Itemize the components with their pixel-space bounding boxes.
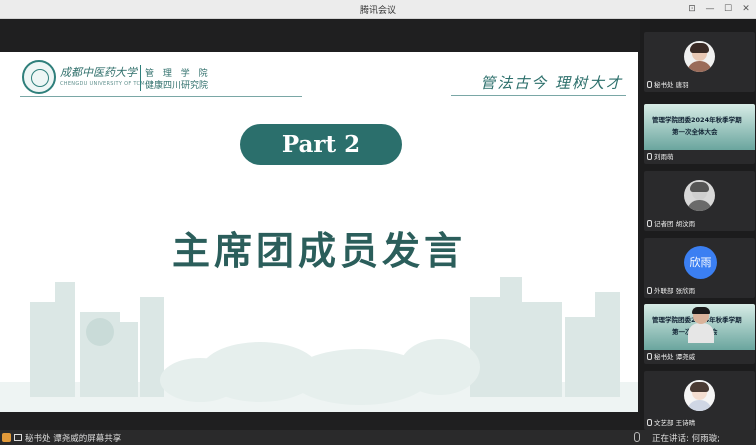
participant-tile[interactable]: 欣雨 外联部 张欣雨 <box>644 238 755 298</box>
mic-icon <box>647 152 652 160</box>
header-divider <box>20 96 302 97</box>
camera-person <box>688 307 714 343</box>
camera-video: 管理学院团委2024年秋季学期 第一次全体大会 <box>644 304 755 350</box>
university-seal-logo <box>22 60 56 94</box>
participant-name: 秘书处 谭尧威 <box>647 351 695 361</box>
participant-tile[interactable]: 管理学院团委2024年秋季学期 第一次全体大会 刘雨萌 <box>644 104 755 164</box>
avatar <box>684 380 715 411</box>
participant-name: 刘雨萌 <box>647 151 674 161</box>
university-name-en: CHENGDU UNIVERSITY OF TCM <box>60 81 145 87</box>
participant-name: 文艺部 王诗晴 <box>647 417 695 427</box>
video-thumbnail: 管理学院团委2024年秋季学期 第一次全体大会 <box>644 104 755 150</box>
meeting-window: 腾讯会议 ⊡ — ☐ ✕ 成都中医药大学 CHENGDU UNIVERSITY … <box>0 0 756 445</box>
slide-motto: 管法古今 理树大才 <box>480 74 623 92</box>
pin-icon[interactable]: ⊡ <box>686 2 698 16</box>
shared-screen-slide: 成都中医药大学 CHENGDU UNIVERSITY OF TCM 管 理 学 … <box>0 52 638 412</box>
mic-icon <box>647 286 652 294</box>
participant-panel[interactable]: 秘书处 唐羽 管理学院团委2024年秋季学期 第一次全体大会 刘雨萌 记者团 胡… <box>640 19 756 430</box>
status-bar: 秘书处 谭尧威的屏幕共享 正在讲话: 何雨璇; <box>0 430 756 445</box>
mic-icon <box>647 352 652 360</box>
screen-share-tag[interactable]: 秘书处 谭尧威的屏幕共享 <box>0 430 121 445</box>
maximize-icon[interactable]: ☐ <box>722 2 734 16</box>
window-title: 腾讯会议 <box>359 6 396 16</box>
participant-tile[interactable]: 管理学院团委2024年秋季学期 第一次全体大会 秘书处 谭尧威 <box>644 304 755 364</box>
slide-title: 主席团成员发言 <box>171 228 466 273</box>
university-name-logo: 成都中医药大学 <box>60 66 137 79</box>
participant-name: 外联部 张欣雨 <box>647 285 695 295</box>
mic-icon <box>647 219 652 227</box>
mic-icon <box>647 418 652 426</box>
motto-underline <box>451 95 626 96</box>
participant-tile[interactable]: 文艺部 王诗晴 <box>644 371 755 430</box>
participant-name: 记者团 胡汶雨 <box>647 218 695 228</box>
share-text: 秘书处 谭尧威的屏幕共享 <box>25 433 122 444</box>
part-label: Part 2 <box>240 124 402 165</box>
mic-icon <box>634 432 640 442</box>
logo-divider <box>140 65 141 91</box>
window-controls: ⊡ — ☐ ✕ <box>686 2 752 16</box>
text-avatar: 欣雨 <box>684 246 717 279</box>
mic-icon <box>647 80 652 88</box>
title-bar: 腾讯会议 ⊡ — ☐ ✕ <box>0 0 756 19</box>
minimize-icon[interactable]: — <box>704 2 716 16</box>
screen-icon <box>14 434 22 441</box>
participant-tile[interactable]: 记者团 胡汶雨 <box>644 171 755 231</box>
participant-tile[interactable]: 秘书处 唐羽 <box>644 32 755 92</box>
share-icon <box>2 433 11 442</box>
campus-watermark-image <box>0 277 638 412</box>
avatar <box>684 41 715 72</box>
close-icon[interactable]: ✕ <box>740 2 752 16</box>
institute-name: 健康四川研究院 <box>145 81 209 91</box>
speaking-indicator: 正在讲话: 何雨璇; <box>652 434 720 444</box>
avatar <box>684 180 715 211</box>
participant-name: 秘书处 唐羽 <box>647 79 689 89</box>
